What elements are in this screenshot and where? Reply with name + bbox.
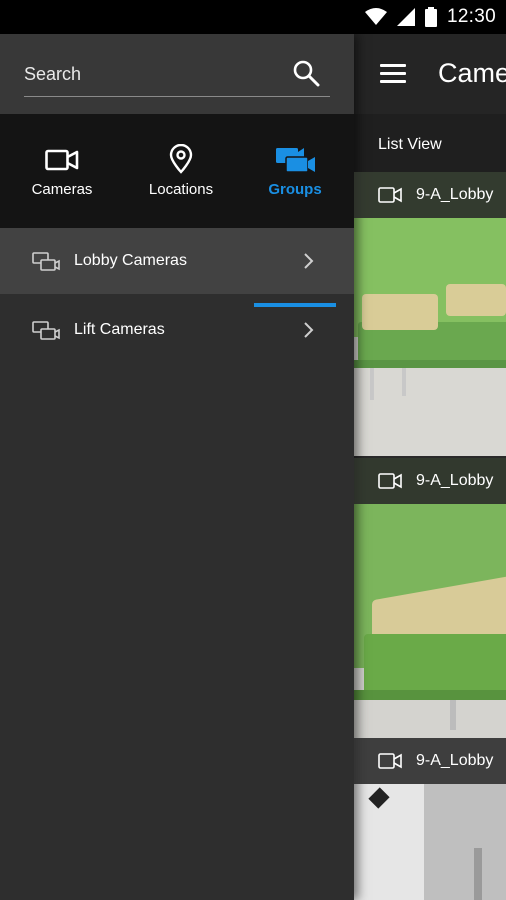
search-input[interactable]: Search (24, 64, 81, 85)
clock: 12:30 (446, 6, 496, 27)
menu-icon[interactable] (380, 64, 406, 84)
tab-label: Locations (148, 181, 214, 198)
camera-group-icon (32, 252, 60, 271)
tab-groups[interactable]: Groups (240, 114, 350, 228)
camera-name: 9-A_Lobby (416, 186, 494, 203)
camera-group-icon (32, 321, 60, 340)
camera-icon (378, 473, 402, 489)
group-item-lift-cameras[interactable]: Lift Cameras (0, 297, 354, 363)
chevron-right-icon (304, 322, 314, 338)
search-bar[interactable]: Search (0, 34, 354, 114)
page-title: Came (438, 58, 506, 88)
group-label: Lobby Cameras (74, 252, 187, 269)
wifi-icon (364, 8, 387, 25)
camera-icon (45, 149, 79, 171)
camera-name: 9-A_Lobby (416, 472, 494, 489)
group-label: Lift Cameras (74, 321, 165, 338)
tab-label: Groups (268, 181, 322, 198)
signal-icon (396, 8, 415, 26)
camera-icon (378, 753, 402, 769)
tab-label: Cameras (31, 181, 93, 198)
view-mode-bar: List View (354, 114, 506, 172)
tab-cameras[interactable]: Cameras (2, 114, 122, 228)
camera-card[interactable]: 9-A_Lobby (354, 172, 506, 456)
main-screen: Came List View 9-A_Lobby 9-A_Lobby 9-A_L… (354, 34, 506, 900)
drawer-tabs: Cameras Locations Groups (0, 114, 354, 307)
camera-card[interactable]: 9-A_Lobby (354, 738, 506, 900)
battery-icon (424, 7, 437, 27)
group-item-lobby-cameras[interactable]: Lobby Cameras (0, 228, 354, 294)
camera-card-header: 9-A_Lobby (354, 458, 506, 504)
camera-group-icon (276, 148, 315, 173)
search-underline (24, 96, 330, 97)
camera-name: 9-A_Lobby (416, 752, 494, 769)
status-bar: 12:30 (0, 0, 506, 34)
camera-card-header: 9-A_Lobby (354, 172, 506, 218)
list-view-toggle[interactable]: List View (378, 136, 442, 154)
app-bar: Came (354, 34, 506, 114)
search-icon[interactable] (292, 59, 320, 87)
chevron-right-icon (304, 253, 314, 269)
location-pin-icon (169, 144, 193, 174)
camera-card-header: 9-A_Lobby (354, 738, 506, 784)
navigation-drawer: Search Cameras Locations Groups Lobby Ca… (0, 34, 354, 900)
tab-locations[interactable]: Locations (122, 114, 240, 228)
camera-icon (378, 187, 402, 203)
camera-card[interactable]: 9-A_Lobby (354, 458, 506, 738)
